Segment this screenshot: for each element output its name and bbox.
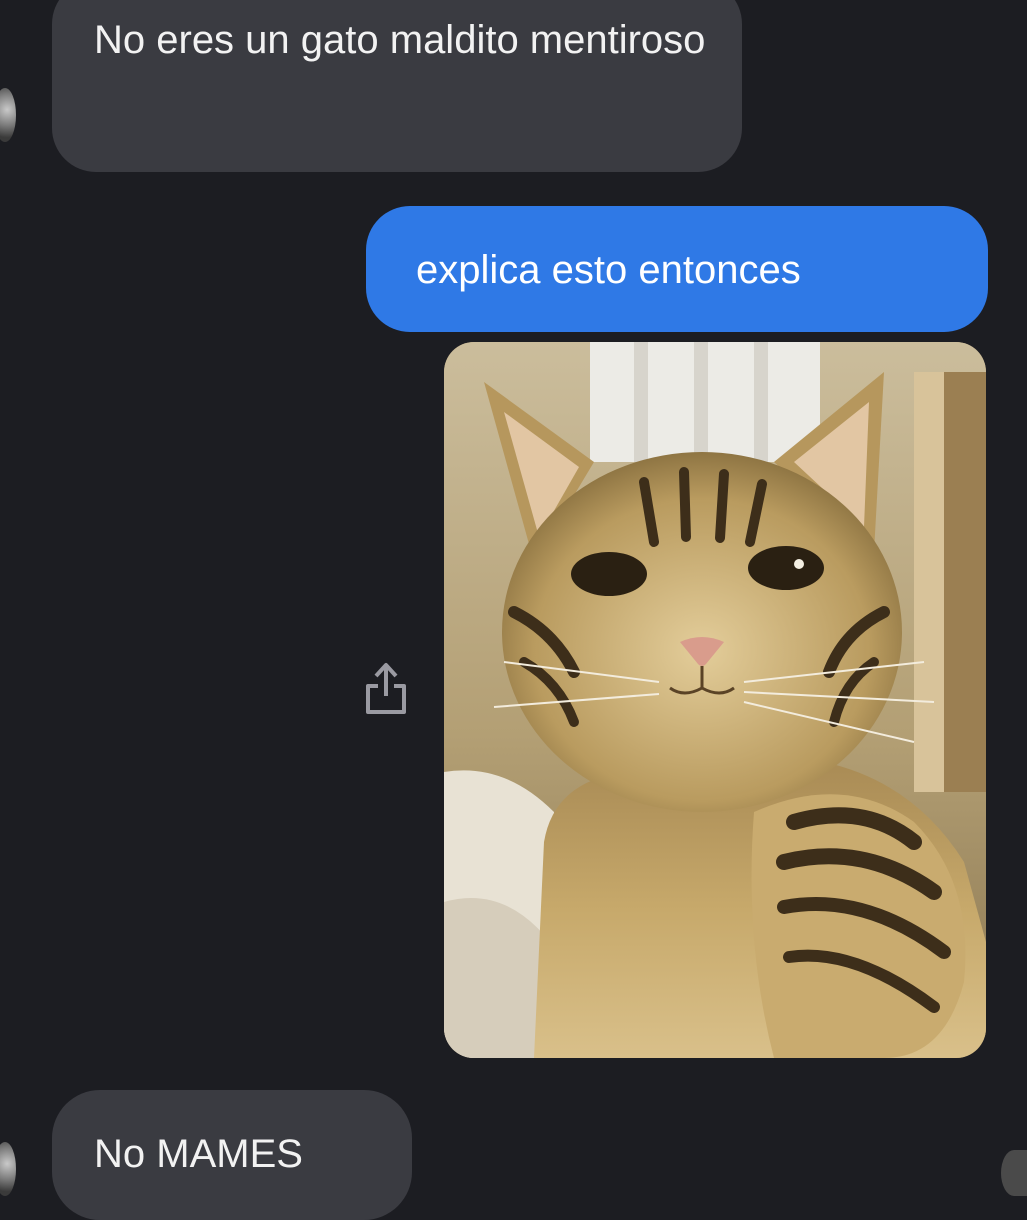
- incoming-message-bubble[interactable]: No MAMES: [52, 1090, 412, 1220]
- contact-avatar[interactable]: [0, 88, 16, 142]
- message-text: No MAMES: [94, 1132, 303, 1176]
- message-text: explica esto entonces: [416, 248, 801, 292]
- cat-photo-attachment[interactable]: [444, 342, 986, 1058]
- share-icon[interactable]: [360, 660, 412, 720]
- scroll-indicator: [1001, 1150, 1027, 1196]
- incoming-message-bubble[interactable]: No eres un gato maldito mentiroso: [52, 0, 742, 172]
- contact-avatar[interactable]: [0, 1142, 16, 1196]
- message-text: No eres un gato maldito mentiroso: [94, 18, 706, 62]
- outgoing-message-bubble[interactable]: explica esto entonces: [366, 206, 988, 332]
